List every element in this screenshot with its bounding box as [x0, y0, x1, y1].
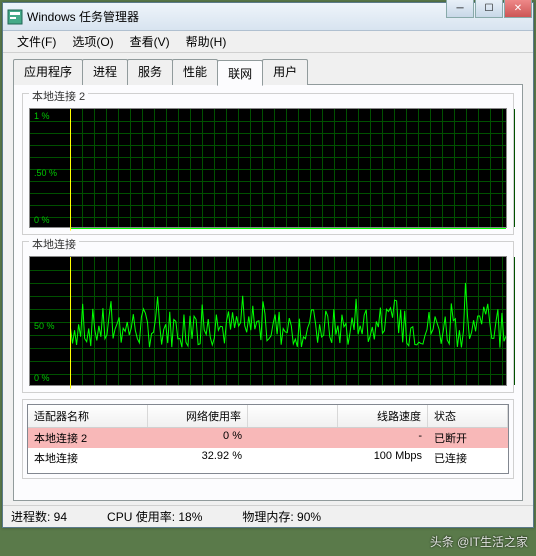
adapter-table: 适配器名称 网络使用率 线路速度 状态 本地连接 20 %-已断开本地连接32.…	[27, 404, 509, 474]
menubar: 文件(F) 选项(O) 查看(V) 帮助(H)	[3, 31, 533, 53]
minimize-button[interactable]: ─	[446, 0, 474, 18]
col-usage[interactable]: 网络使用率	[148, 405, 248, 427]
tab-services[interactable]: 服务	[127, 59, 173, 85]
graph-group-1: 本地连接 2 1 % .50 % 0 %	[22, 93, 514, 235]
cell-name: 本地连接	[28, 449, 148, 467]
titlebar[interactable]: Windows 任务管理器 ─ ☐ ✕	[3, 3, 533, 31]
tab-networking[interactable]: 联网	[217, 60, 263, 86]
status-bar: 进程数: 94 CPU 使用率: 18% 物理内存: 90%	[3, 505, 533, 527]
col-state[interactable]: 状态	[428, 405, 508, 427]
menu-help[interactable]: 帮助(H)	[178, 31, 235, 52]
maximize-button[interactable]: ☐	[475, 0, 503, 18]
table-row[interactable]: 本地连接 20 % -已断开	[28, 428, 508, 448]
tab-processes[interactable]: 进程	[82, 59, 128, 85]
graph1-label: 本地连接 2	[29, 88, 88, 104]
col-speed[interactable]: 线路速度	[338, 405, 428, 427]
cell-name: 本地连接 2	[28, 429, 148, 447]
status-cpu: CPU 使用率: 18%	[107, 508, 202, 525]
tab-performance[interactable]: 性能	[172, 59, 218, 85]
network-graph-2: 50 % 0 %	[29, 256, 507, 386]
network-graph-1: 1 % .50 % 0 %	[29, 108, 507, 228]
menu-file[interactable]: 文件(F)	[9, 31, 64, 52]
cell-speed: 100 Mbps	[338, 449, 428, 467]
cell-usage: 0 %	[148, 429, 248, 447]
tab-users[interactable]: 用户	[262, 59, 308, 85]
watermark: 头条 @IT生活之家	[430, 533, 528, 550]
cell-state: 已断开	[428, 429, 508, 447]
table-header: 适配器名称 网络使用率 线路速度 状态	[28, 405, 508, 428]
tab-applications[interactable]: 应用程序	[13, 59, 83, 85]
task-manager-window: Windows 任务管理器 ─ ☐ ✕ 文件(F) 选项(O) 查看(V) 帮助…	[2, 2, 534, 528]
graph2-label: 本地连接	[29, 236, 79, 252]
col-adapter-name[interactable]: 适配器名称	[28, 405, 148, 427]
close-button[interactable]: ✕	[504, 0, 532, 18]
adapter-table-wrap: 适配器名称 网络使用率 线路速度 状态 本地连接 20 %-已断开本地连接32.…	[22, 399, 514, 479]
cell-usage: 32.92 %	[148, 449, 248, 467]
content-area: 应用程序 进程 服务 性能 联网 用户 本地连接 2 1 % .50 % 0 %	[3, 53, 533, 505]
menu-options[interactable]: 选项(O)	[64, 31, 121, 52]
col-spacer	[248, 405, 338, 427]
graph-group-2: 本地连接 50 % 0 %	[22, 241, 514, 393]
cell-state: 已连接	[428, 449, 508, 467]
tab-panel-networking: 本地连接 2 1 % .50 % 0 % 本地连接 50 %	[13, 84, 523, 501]
menu-view[interactable]: 查看(V)	[122, 31, 178, 52]
signal-line-2	[30, 257, 506, 389]
signal-line-1	[30, 109, 506, 231]
status-memory: 物理内存: 90%	[242, 508, 321, 525]
cell-speed: -	[338, 429, 428, 447]
status-processes: 进程数: 94	[11, 508, 67, 525]
table-row[interactable]: 本地连接32.92 % 100 Mbps已连接	[28, 448, 508, 468]
app-icon	[7, 9, 23, 25]
tab-strip: 应用程序 进程 服务 性能 联网 用户	[13, 59, 523, 85]
